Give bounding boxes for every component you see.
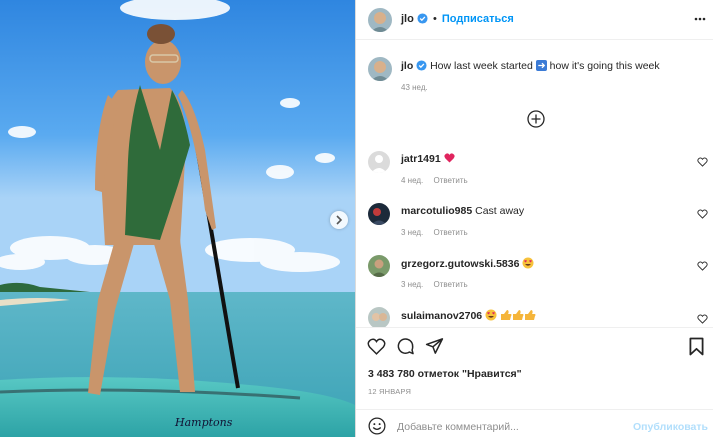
reply-button[interactable]: Ответить <box>434 228 468 237</box>
comment-meta: 3 нед. Ответить <box>401 228 476 237</box>
red-heart-emoji-icon <box>444 153 455 163</box>
instagram-post: Hamptons jlo • Подписаться jlo How last … <box>0 0 713 437</box>
post-date[interactable]: 12 ЯНВАРЯ <box>368 387 411 396</box>
comment-time: 4 нед. <box>401 176 424 185</box>
verified-badge-icon <box>416 60 427 71</box>
comment-body: grzegorz.gutowski.5836 <box>401 257 534 270</box>
heart-eyes-emoji-icon <box>485 309 497 321</box>
load-more-comments-button[interactable] <box>527 110 545 131</box>
comment-username[interactable]: marcotulio985 <box>401 205 472 217</box>
verified-badge-icon <box>417 13 428 24</box>
like-comment-heart-icon[interactable] <box>697 314 708 324</box>
comment-username[interactable]: jatr1491 <box>401 153 441 165</box>
author-username[interactable]: jlo <box>401 13 414 25</box>
comment-meta: 4 нед. Ответить <box>401 176 476 185</box>
comment-body: jatr1491 <box>401 153 455 165</box>
comment-username[interactable]: sulaimanov2706 <box>401 310 482 322</box>
like-heart-icon[interactable] <box>367 338 386 355</box>
likes-count[interactable]: 3 483 780 отметок "Нравится" <box>368 368 522 380</box>
bookmark-icon[interactable] <box>689 337 704 356</box>
comment-avatar[interactable] <box>368 151 390 173</box>
board-brand: Hamptons <box>174 416 233 429</box>
caption-avatar[interactable] <box>368 57 392 81</box>
default-avatar-image <box>368 151 390 173</box>
publish-button[interactable]: Опубликовать <box>633 421 708 433</box>
next-photo-button[interactable] <box>330 211 348 229</box>
add-comment-input[interactable]: Добавьте комментарий... <box>397 421 519 433</box>
comments-list[interactable]: jlo How last week started how it's going… <box>356 41 713 327</box>
avatar-image <box>368 307 390 327</box>
comment-text: Cast away <box>475 205 525 217</box>
comment-bubble-icon[interactable] <box>396 337 415 356</box>
photo-scene: Hamptons <box>0 0 355 437</box>
reply-button[interactable]: Ответить <box>434 176 468 185</box>
thumbs-up-emoji-icon <box>500 310 536 320</box>
comment-time: 3 нед. <box>401 228 424 237</box>
caption: jlo How last week started how it's going… <box>401 60 660 72</box>
caption-text-end: how it's going this week <box>549 60 660 72</box>
avatar-image <box>368 255 390 277</box>
more-dots-icon <box>694 17 706 21</box>
heart-eyes-emoji-icon <box>522 257 534 269</box>
caption-username[interactable]: jlo <box>401 60 413 72</box>
comment-avatar[interactable] <box>368 203 390 225</box>
plus-circle-icon <box>527 110 545 128</box>
add-comment-bar: Добавьте комментарий... Опубликовать <box>356 409 713 437</box>
comment-avatar[interactable] <box>368 307 390 327</box>
comment-meta: 3 нед. Ответить <box>401 280 476 289</box>
header-dot: • <box>432 13 437 25</box>
avatar-image <box>368 8 392 32</box>
comment-time: 3 нед. <box>401 280 424 289</box>
post-sidebar: jlo • Подписаться jlo How last week star… <box>355 0 713 437</box>
chevron-right-icon <box>336 215 343 225</box>
comment-body: marcotulio985 Cast away <box>401 205 524 217</box>
comment-body: sulaimanov2706 <box>401 309 536 322</box>
avatar-image <box>368 203 390 225</box>
share-plane-icon[interactable] <box>425 337 444 355</box>
more-options-button[interactable] <box>694 12 706 29</box>
caption-time: 43 нед. <box>401 83 436 92</box>
header-user: jlo • Подписаться <box>401 13 514 25</box>
reply-button[interactable]: Ответить <box>434 280 468 289</box>
avatar-image <box>368 57 392 81</box>
like-comment-heart-icon[interactable] <box>697 209 708 219</box>
caption-text-start: How last week started <box>430 60 533 72</box>
right-arrow-emoji-icon <box>535 60 547 71</box>
caption-time-text: 43 нед. <box>401 83 428 92</box>
comment-username[interactable]: grzegorz.gutowski.5836 <box>401 258 519 270</box>
post-photo[interactable]: Hamptons <box>0 0 355 437</box>
like-comment-heart-icon[interactable] <box>697 261 708 271</box>
post-header: jlo • Подписаться <box>356 0 713 40</box>
follow-button[interactable]: Подписаться <box>442 13 514 25</box>
comment-avatar[interactable] <box>368 255 390 277</box>
author-avatar[interactable] <box>368 8 392 32</box>
like-comment-heart-icon[interactable] <box>697 157 708 167</box>
emoji-smiley-icon[interactable] <box>368 417 386 435</box>
